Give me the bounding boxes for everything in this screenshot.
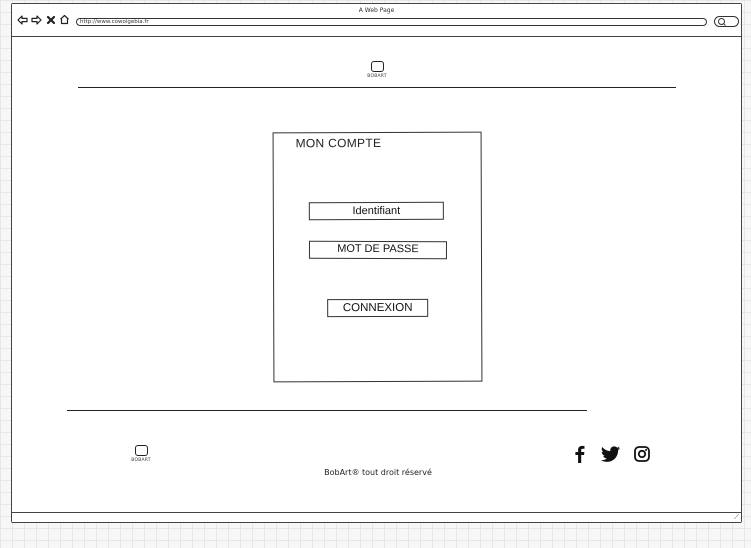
- search-button[interactable]: [714, 16, 739, 27]
- copyright-text: BobArt® tout droit réservé: [324, 468, 432, 477]
- browser-chrome: A Web Page http://www.cowoigebia.fr: [12, 4, 741, 37]
- password-field[interactable]: MOT DE PASSE: [308, 240, 448, 260]
- connect-button[interactable]: CONNEXION: [327, 298, 429, 318]
- home-icon[interactable]: [59, 14, 70, 27]
- back-arrow-icon[interactable]: [17, 14, 28, 27]
- header-divider: [78, 87, 676, 88]
- facebook-icon[interactable]: [569, 443, 591, 465]
- footer-logo-label: BOBART: [131, 458, 151, 463]
- account-panel: MON COMPTE Identifiant MOT DE PASSE CONN…: [272, 131, 483, 383]
- header-logo-label: BOBART: [367, 74, 387, 79]
- url-text: http://www.cowoigebia.fr: [80, 19, 149, 25]
- forward-arrow-icon[interactable]: [31, 14, 42, 27]
- header-logo[interactable]: BOBART: [367, 61, 387, 79]
- window-title: A Web Page: [358, 7, 395, 14]
- search-icon: [718, 18, 725, 25]
- resize-handle-icon[interactable]: ⟋: [734, 514, 739, 521]
- square-logo-icon: [134, 445, 148, 456]
- close-icon[interactable]: [45, 15, 56, 27]
- instagram-icon[interactable]: [631, 443, 653, 465]
- footer-divider: [67, 410, 587, 411]
- navigation-controls: [17, 14, 70, 27]
- footer-logo[interactable]: BOBART: [131, 445, 151, 463]
- social-links: [569, 443, 653, 465]
- browser-window: A Web Page http://www.cowoigebia.fr BOBA…: [11, 3, 742, 523]
- address-bar[interactable]: http://www.cowoigebia.fr: [76, 18, 707, 26]
- square-logo-icon: [370, 61, 384, 72]
- twitter-icon[interactable]: [600, 443, 622, 465]
- browser-status-bar: ⟋: [12, 512, 741, 522]
- account-title: MON COMPTE: [295, 135, 382, 151]
- identifier-field[interactable]: Identifiant: [308, 201, 444, 221]
